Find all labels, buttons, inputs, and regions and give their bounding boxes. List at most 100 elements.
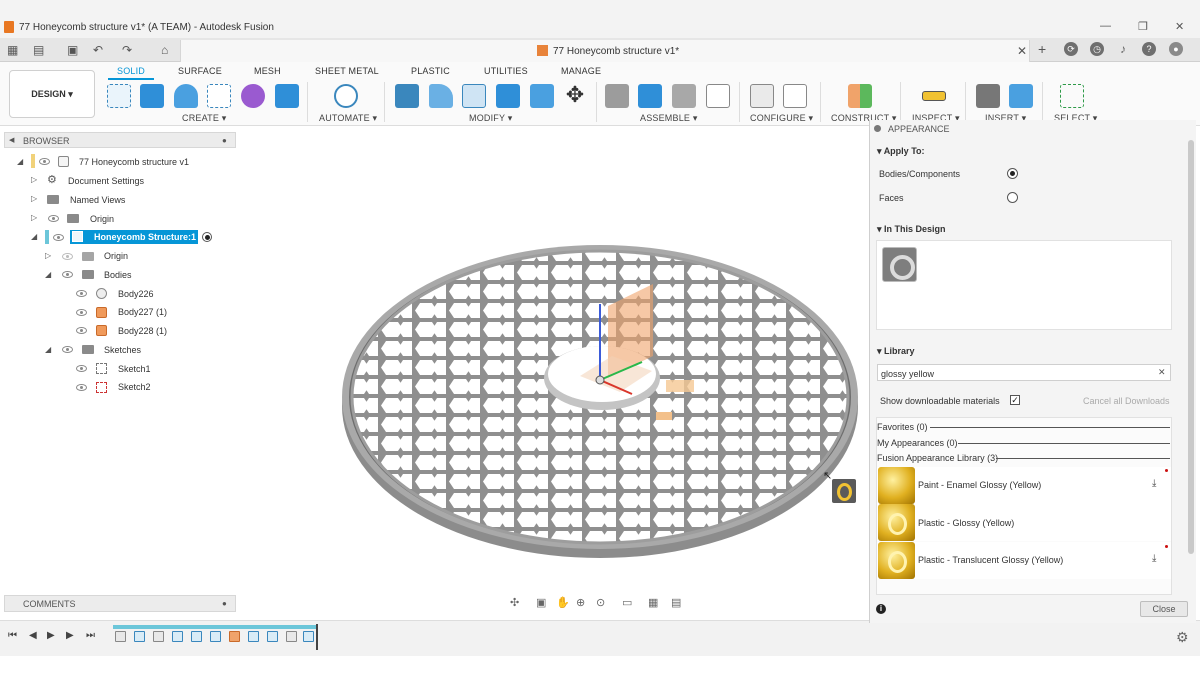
comments-pin-icon[interactable]: ● bbox=[222, 599, 227, 608]
comments-panel[interactable]: COMMENTS ● bbox=[4, 595, 236, 612]
browser-header[interactable]: ◀ BROWSER ● bbox=[4, 132, 236, 148]
grid-settings-icon[interactable]: ▦ bbox=[648, 596, 658, 609]
undo-icon[interactable]: ↶ bbox=[93, 43, 103, 57]
library-item-label[interactable]: Plastic - Translucent Glossy (Yellow) bbox=[918, 555, 1063, 565]
bom-icon[interactable] bbox=[706, 84, 730, 108]
library-header[interactable]: ▾ Library bbox=[877, 346, 915, 357]
timeline-back-icon[interactable]: ◀ bbox=[29, 630, 37, 641]
configure-icon[interactable] bbox=[750, 84, 774, 108]
library-item-label[interactable]: Paint - Enamel Glossy (Yellow) bbox=[918, 480, 1041, 490]
panel-scrollbar[interactable] bbox=[1188, 140, 1194, 554]
job-status-icon[interactable]: ◷ bbox=[1090, 42, 1104, 56]
apply-to-header[interactable]: ▾ Apply To: bbox=[877, 146, 925, 157]
split-icon[interactable] bbox=[530, 84, 554, 108]
plus-icon[interactable]: + bbox=[1038, 41, 1046, 57]
timeline-pattern-item[interactable] bbox=[172, 631, 183, 642]
extrude-icon[interactable] bbox=[140, 84, 164, 108]
avatar[interactable]: ● bbox=[1169, 42, 1183, 56]
activate-component-radio[interactable] bbox=[202, 232, 212, 242]
expand-triangle-icon[interactable]: ◢ bbox=[31, 232, 37, 241]
help-icon[interactable]: ? bbox=[1142, 42, 1156, 56]
visibility-eye-icon[interactable] bbox=[48, 215, 59, 222]
pattern-icon[interactable] bbox=[207, 84, 231, 108]
assemble-group-label[interactable]: ASSEMBLE ▾ bbox=[640, 113, 698, 124]
tab-mesh[interactable]: MESH bbox=[254, 66, 281, 76]
bodies-components-radio[interactable] bbox=[1007, 168, 1018, 179]
tree-root-label[interactable]: 77 Honeycomb structure v1 bbox=[79, 154, 189, 170]
tree-item-named-views[interactable]: Named Views bbox=[70, 192, 125, 208]
pin-icon[interactable]: ● bbox=[222, 136, 227, 145]
visibility-eye-icon[interactable] bbox=[76, 290, 87, 297]
timeline-end-icon[interactable]: ⏭ bbox=[86, 630, 95, 641]
create-group-label[interactable]: CREATE ▾ bbox=[182, 113, 226, 124]
grid-icon[interactable]: ▦ bbox=[7, 43, 18, 57]
configure-table-icon[interactable] bbox=[783, 84, 807, 108]
library-item-label[interactable]: Plastic - Glossy (Yellow) bbox=[918, 518, 1014, 528]
info-icon[interactable]: i bbox=[876, 604, 886, 614]
expand-triangle-icon[interactable]: ◢ bbox=[45, 345, 51, 354]
tree-item-honeycomb-structure[interactable]: Honeycomb Structure:1 bbox=[94, 229, 196, 245]
configure-group-label[interactable]: CONFIGURE ▾ bbox=[750, 113, 813, 124]
insert-canvas-icon[interactable] bbox=[1009, 84, 1033, 108]
pan-icon[interactable]: ✋ bbox=[556, 596, 570, 609]
download-icon[interactable]: ⤓ bbox=[1152, 478, 1156, 489]
measure-icon[interactable] bbox=[922, 91, 946, 101]
tree-item-origin-sub[interactable]: Origin bbox=[104, 248, 128, 264]
visibility-eye-icon[interactable] bbox=[62, 346, 73, 353]
tree-item-sketch1[interactable]: Sketch1 bbox=[118, 361, 151, 377]
tree-item-body226[interactable]: Body226 bbox=[118, 286, 154, 302]
timeline-body-item[interactable] bbox=[286, 631, 297, 642]
visibility-eye-icon[interactable] bbox=[76, 384, 87, 391]
save-icon[interactable]: ▣ bbox=[67, 43, 78, 57]
tab-solid[interactable]: SOLID bbox=[117, 66, 145, 76]
joint-icon[interactable] bbox=[638, 84, 662, 108]
tab-manage[interactable]: MANAGE bbox=[561, 66, 601, 76]
library-category-favorites[interactable]: Favorites (0) bbox=[877, 422, 928, 432]
library-search-input[interactable] bbox=[877, 364, 1171, 381]
visibility-eye-icon[interactable] bbox=[76, 365, 87, 372]
plastic-glossy-yellow-swatch[interactable] bbox=[878, 504, 915, 541]
visibility-eye-icon[interactable] bbox=[53, 234, 64, 241]
expand-triangle-icon[interactable]: ◢ bbox=[17, 157, 23, 166]
move-icon[interactable]: ✥ bbox=[563, 84, 587, 108]
cancel-downloads-button[interactable]: Cancel all Downloads bbox=[1083, 396, 1170, 406]
tree-item-body228[interactable]: Body228 (1) bbox=[118, 323, 167, 339]
visibility-eye-icon[interactable] bbox=[62, 271, 73, 278]
visibility-eye-icon[interactable] bbox=[76, 327, 87, 334]
collapse-triangle-icon[interactable]: ▷ bbox=[45, 251, 51, 260]
construct-plane-icon[interactable] bbox=[848, 84, 872, 108]
tree-item-sketches[interactable]: Sketches bbox=[104, 342, 141, 358]
box-icon[interactable] bbox=[275, 84, 299, 108]
document-tab-close-icon[interactable]: ✕ bbox=[1017, 44, 1027, 58]
automate-group-label[interactable]: AUTOMATE ▾ bbox=[319, 113, 377, 124]
timeline-extrude-item[interactable] bbox=[303, 631, 314, 642]
tree-item-document-settings[interactable]: Document Settings bbox=[68, 173, 144, 189]
faces-radio[interactable] bbox=[1007, 192, 1018, 203]
tree-item-body227[interactable]: Body227 (1) bbox=[118, 304, 167, 320]
insert-derive-icon[interactable] bbox=[976, 84, 1000, 108]
tab-surface[interactable]: SURFACE bbox=[178, 66, 222, 76]
visibility-eye-icon[interactable] bbox=[76, 309, 87, 316]
zoom-icon[interactable]: ⊕ bbox=[576, 596, 585, 609]
display-settings-icon[interactable]: ▭ bbox=[622, 596, 632, 609]
collapse-triangle-icon[interactable]: ▷ bbox=[31, 213, 37, 222]
timeline-play-icon[interactable]: ▶ bbox=[47, 630, 55, 641]
visibility-eye-icon[interactable] bbox=[62, 253, 73, 260]
timeline-move-item[interactable] bbox=[248, 631, 259, 642]
tree-item-origin[interactable]: Origin bbox=[90, 211, 114, 227]
tree-item-sketch2[interactable]: Sketch2 bbox=[118, 379, 151, 395]
timeline-forward-icon[interactable]: ▶ bbox=[66, 630, 74, 641]
collapse-triangle-icon[interactable]: ▷ bbox=[31, 175, 37, 184]
extension-icon[interactable]: ⟳ bbox=[1064, 42, 1078, 56]
home-icon[interactable]: ⌂ bbox=[161, 43, 168, 57]
as-built-joint-icon[interactable] bbox=[672, 84, 696, 108]
library-category-my-appearances[interactable]: My Appearances (0) bbox=[877, 438, 958, 448]
press-pull-icon[interactable] bbox=[395, 84, 419, 108]
tree-item-bodies[interactable]: Bodies bbox=[104, 267, 132, 283]
close-window-icon[interactable]: ✕ bbox=[1175, 20, 1184, 33]
timeline-sketch-item[interactable] bbox=[153, 631, 164, 642]
in-this-design-header[interactable]: ▾ In This Design bbox=[877, 224, 946, 235]
timeline-start-icon[interactable]: ⏮ bbox=[8, 630, 17, 641]
timeline-marker[interactable] bbox=[316, 624, 318, 650]
create-sketch-icon[interactable] bbox=[107, 84, 131, 108]
